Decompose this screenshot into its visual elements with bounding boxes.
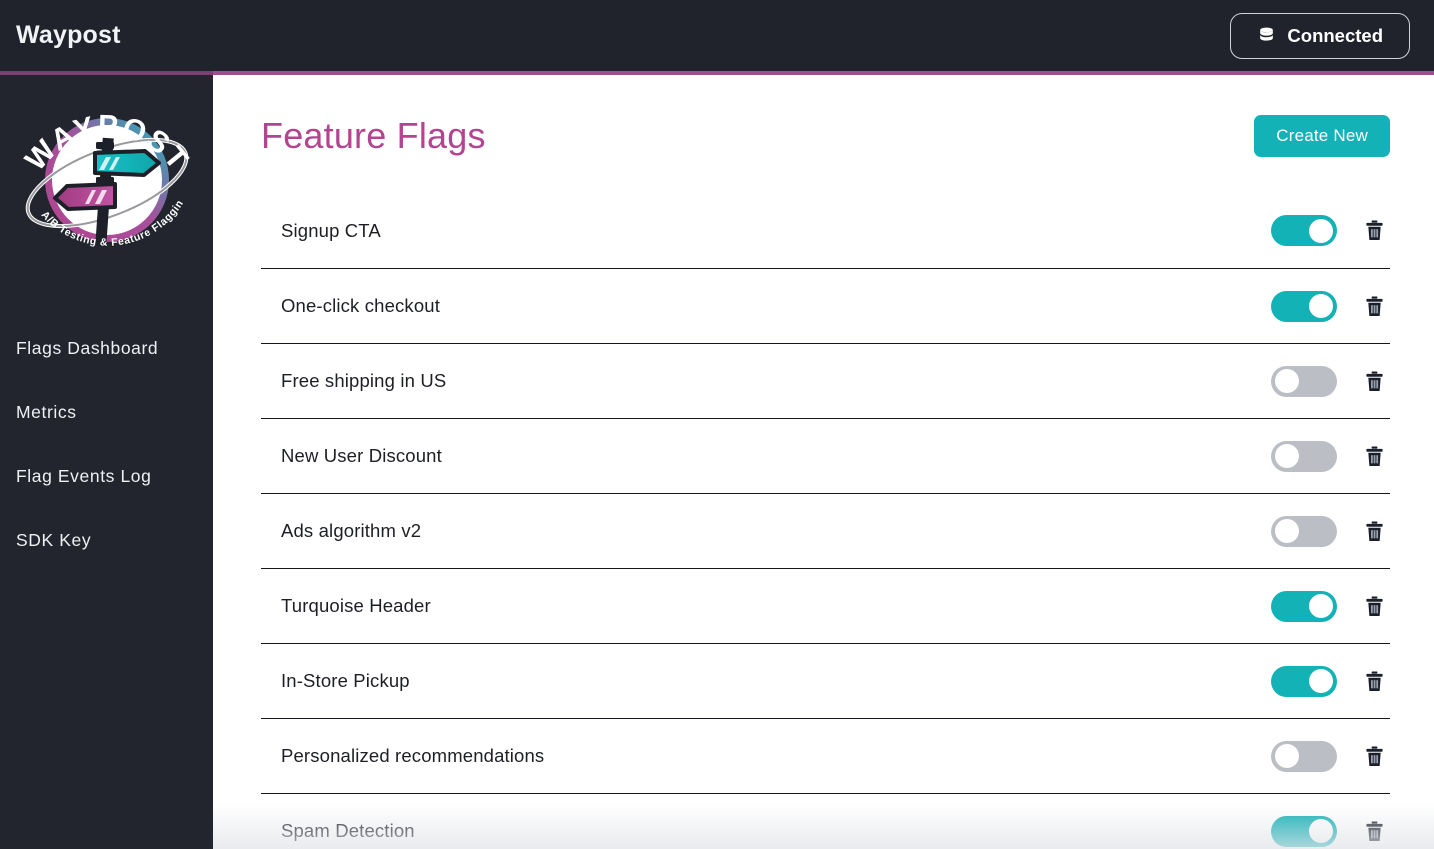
trash-icon	[1365, 746, 1383, 766]
waypost-logo: WAYPOST A/B Testing & Feature Flagging	[0, 75, 213, 280]
flag-name: Free shipping in US	[281, 370, 447, 391]
table-row: In-Store Pickup	[261, 643, 1390, 718]
flag-name: One-click checkout	[281, 295, 440, 316]
sidebar-item-sdk-key[interactable]: SDK Key	[16, 508, 213, 572]
sidebar-item-metrics[interactable]: Metrics	[16, 380, 213, 444]
create-new-button[interactable]: Create New	[1254, 115, 1390, 157]
flag-name: Personalized recommendations	[281, 745, 545, 766]
toggle-knob	[1309, 819, 1333, 843]
toggle-knob	[1275, 369, 1299, 393]
table-row: One-click checkout	[261, 268, 1390, 343]
table-row: Ads algorithm v2	[261, 493, 1390, 568]
delete-flag-button[interactable]	[1363, 668, 1385, 694]
delete-flag-button[interactable]	[1363, 518, 1385, 544]
flag-name: Signup CTA	[281, 219, 381, 241]
trash-icon	[1365, 821, 1383, 841]
app-root: Waypost Connected WAYPOST A/B Testing & …	[0, 0, 1434, 849]
page-title: Feature Flags	[261, 115, 486, 156]
connection-status-button[interactable]: Connected	[1230, 12, 1410, 59]
table-row: New User Discount	[261, 418, 1390, 493]
header-accent-rule-sidebar-segment	[0, 71, 213, 75]
trash-icon	[1365, 446, 1383, 466]
flag-row-controls	[1271, 440, 1389, 472]
connection-status-label: Connected	[1287, 24, 1383, 46]
database-icon	[1257, 26, 1276, 45]
flag-name: Ads algorithm v2	[281, 520, 422, 541]
toggle-knob	[1309, 594, 1333, 618]
trash-icon	[1365, 596, 1383, 616]
flag-toggle[interactable]	[1271, 665, 1337, 697]
toggle-knob	[1275, 744, 1299, 768]
flag-toggle[interactable]	[1271, 290, 1337, 322]
main-content: Feature Flags Create New Signup CTA One-…	[213, 75, 1434, 849]
delete-flag-button[interactable]	[1363, 218, 1385, 244]
flag-toggle[interactable]	[1271, 515, 1337, 547]
flag-toggle[interactable]	[1271, 215, 1337, 246]
page-header: Feature Flags Create New	[213, 75, 1434, 157]
brand-title: Waypost	[16, 21, 121, 49]
flag-toggle[interactable]	[1271, 740, 1337, 772]
flag-name: New User Discount	[281, 445, 442, 466]
delete-flag-button[interactable]	[1363, 743, 1385, 769]
trash-icon	[1365, 220, 1383, 240]
top-header-bar: Waypost Connected	[0, 0, 1434, 71]
sidebar-item-label: Flags Dashboard	[16, 337, 159, 358]
flag-row-controls	[1271, 590, 1389, 622]
flag-row-controls	[1271, 515, 1389, 547]
delete-flag-button[interactable]	[1363, 368, 1385, 394]
sidebar-item-label: SDK Key	[16, 529, 92, 550]
toggle-knob	[1309, 294, 1333, 318]
flag-row-controls	[1271, 815, 1389, 847]
flag-row-controls	[1271, 365, 1389, 397]
sidebar-item-flags-dashboard[interactable]: Flags Dashboard	[16, 316, 213, 380]
flag-toggle[interactable]	[1271, 440, 1337, 472]
sidebar-item-flag-events-log[interactable]: Flag Events Log	[16, 444, 213, 508]
table-row: Turquoise Header	[261, 568, 1390, 643]
delete-flag-button[interactable]	[1363, 293, 1385, 319]
sidebar: WAYPOST A/B Testing & Feature Flagging F…	[0, 75, 213, 849]
flag-name: Turquoise Header	[281, 595, 431, 616]
table-row: Personalized recommendations	[261, 718, 1390, 793]
toggle-knob	[1309, 669, 1333, 693]
sidebar-nav: Flags Dashboard Metrics Flag Events Log …	[0, 280, 213, 572]
delete-flag-button[interactable]	[1363, 593, 1385, 619]
flag-toggle[interactable]	[1271, 590, 1337, 622]
delete-flag-button[interactable]	[1363, 818, 1385, 844]
flag-toggle[interactable]	[1271, 815, 1337, 847]
toggle-knob	[1275, 519, 1299, 543]
trash-icon	[1365, 296, 1383, 316]
flag-row-controls	[1271, 290, 1389, 322]
flag-name: In-Store Pickup	[281, 670, 410, 691]
delete-flag-button[interactable]	[1363, 443, 1385, 469]
trash-icon	[1365, 521, 1383, 541]
sidebar-item-label: Flag Events Log	[16, 465, 152, 486]
sidebar-item-label: Metrics	[16, 401, 77, 422]
trash-icon	[1365, 371, 1383, 391]
flag-name: Spam Detection	[281, 820, 415, 841]
flag-row-controls	[1271, 740, 1389, 772]
flag-toggle[interactable]	[1271, 365, 1337, 397]
table-row: Spam Detection	[261, 793, 1390, 849]
trash-icon	[1365, 671, 1383, 691]
flag-row-controls	[1271, 665, 1389, 697]
table-row: Free shipping in US	[261, 343, 1390, 418]
feature-flag-list: Signup CTA One-click checkout Free shipp…	[213, 193, 1434, 849]
header-accent-rule	[0, 71, 1434, 75]
toggle-knob	[1309, 218, 1333, 243]
table-row: Signup CTA	[261, 193, 1390, 268]
toggle-knob	[1275, 444, 1299, 468]
flag-row-controls	[1271, 215, 1389, 246]
